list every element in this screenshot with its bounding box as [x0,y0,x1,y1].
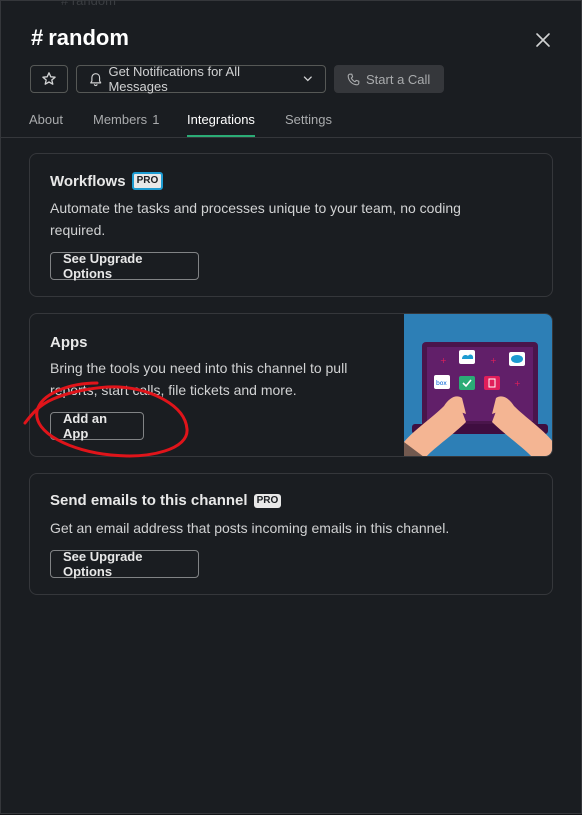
box-logo-text: box [436,380,447,387]
tab-integrations[interactable]: Integrations [187,112,255,137]
emails-card: Send emails to this channel PRO Get an e… [29,473,553,595]
workflows-description-line: Automate the tasks and processes unique … [50,200,461,216]
tab-members[interactable]: Members 1 [93,112,159,127]
svg-text:+: + [440,356,447,365]
star-icon [42,72,56,85]
members-count: 1 [152,112,160,127]
workflows-title: Workflows PRO [50,172,164,190]
svg-text:+: + [490,356,497,365]
workflows-description-line: required. [50,222,106,238]
channel-details-modal: # random # random Get Notifications for … [0,0,582,814]
see-upgrade-options-button[interactable]: See Upgrade Options [50,251,199,281]
star-button[interactable] [30,65,68,93]
tab-settings[interactable]: Settings [285,112,332,127]
apps-description-line: Bring the tools you need into this chann… [50,360,348,376]
pro-badge: PRO [131,172,164,190]
hash-icon: # [31,25,44,50]
channel-name: random [48,25,129,50]
pro-badge: PRO [253,493,282,508]
start-call-label: Start a Call [366,71,431,87]
close-icon[interactable] [532,29,554,51]
emails-title-text: Send emails to this channel [50,492,248,509]
workflows-title-text: Workflows [50,172,126,190]
start-call-button[interactable]: Start a Call [334,65,444,93]
bell-icon [90,72,102,86]
background-channel-text: # random [61,0,116,8]
chevron-down-icon [304,76,313,82]
workflows-card: Workflows PRO Automate the tasks and pro… [29,153,553,297]
see-upgrade-options-button[interactable]: See Upgrade Options [50,549,199,579]
add-an-app-button[interactable]: Add an App [50,411,144,441]
apps-title: Apps [50,334,88,351]
tab-about[interactable]: About [29,112,63,127]
apps-description-line: reports, start calls, file tickets and m… [50,382,297,398]
apps-description: Bring the tools you need into this chann… [50,357,347,401]
svg-text:+: + [514,379,521,388]
tab-members-label: Members [93,112,148,127]
channel-title: # random [31,25,129,51]
tab-bar: About Members 1 Integrations Settings [1,101,581,138]
notifications-button[interactable]: Get Notifications for All Messages [76,64,326,94]
notifications-label: Get Notifications for All Messages [108,64,240,94]
apps-card: Apps Bring the tools you need into this … [29,313,553,457]
workflows-description: Automate the tasks and processes unique … [50,197,461,241]
phone-icon [347,73,360,85]
header-actions: Get Notifications for All Messages Start… [30,64,444,94]
apps-illustration: box + + + [404,314,552,456]
emails-title: Send emails to this channel PRO [50,492,282,509]
emails-description: Get an email address that posts incoming… [50,520,450,536]
